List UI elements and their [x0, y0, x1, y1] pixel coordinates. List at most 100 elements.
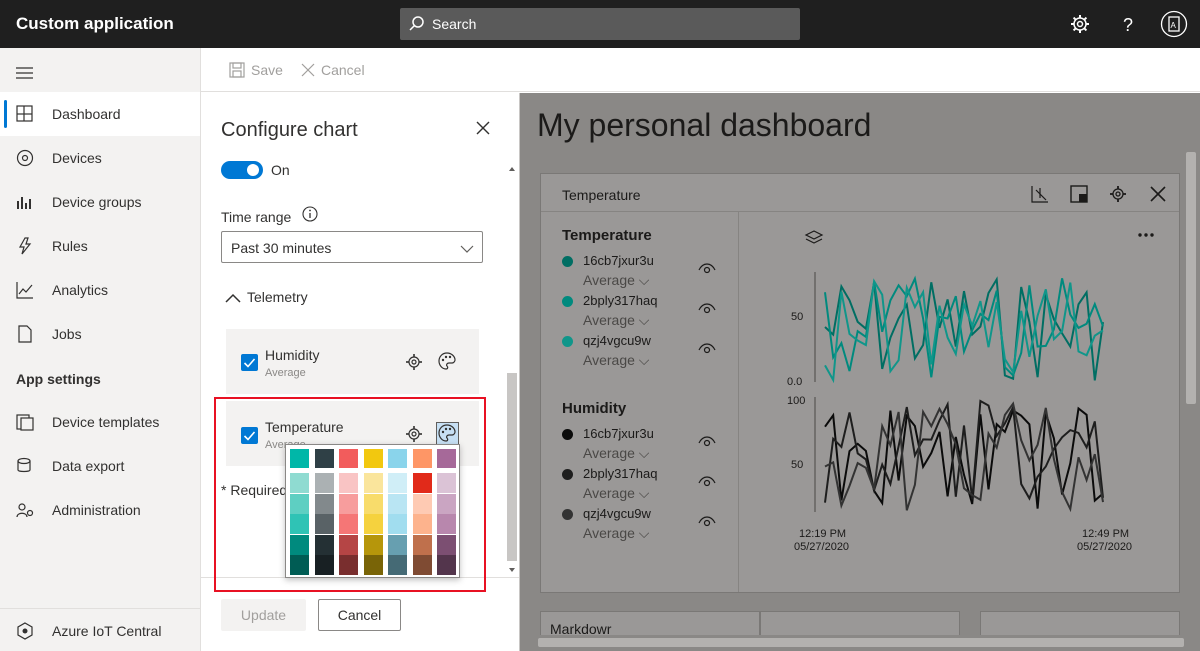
device-id: 2bply317haq — [583, 293, 658, 308]
close-icon[interactable] — [1149, 185, 1167, 206]
sidebar-item-device-templates[interactable]: Device templates — [0, 400, 200, 444]
chart-legend: Temperature 16cb7jxur3u Average ⌵ 2bply3… — [541, 212, 739, 592]
sidebar-item-azure-iot-central[interactable]: Azure IoT Central — [0, 608, 200, 651]
sidebar-item-label: Administration — [52, 502, 141, 518]
info-icon[interactable] — [302, 206, 318, 225]
panel-title: Configure chart — [221, 119, 358, 141]
sidebar-item-devices[interactable]: Devices — [0, 136, 200, 180]
chevron-down-icon: ⌵ — [638, 525, 650, 541]
series-color-dot — [562, 469, 573, 480]
jobs-icon — [16, 325, 34, 343]
telemetry-card-humidity: Humidity Average — [226, 329, 479, 394]
scrollbar-thumb[interactable] — [507, 373, 517, 561]
aggregation-dropdown[interactable]: Average ⌵ — [583, 312, 649, 329]
color-palette-icon[interactable] — [438, 352, 458, 372]
aggregation-value: Average — [583, 525, 635, 541]
cancel-toolbar-button[interactable]: Cancel — [301, 62, 365, 80]
svg-text:A: A — [1171, 21, 1177, 30]
humidity-checkbox[interactable] — [241, 354, 258, 371]
aggregation-value: Average — [583, 312, 635, 328]
sidebar-item-label: Analytics — [52, 282, 109, 298]
iot-central-icon — [16, 622, 34, 640]
more-icon[interactable] — [1138, 233, 1154, 237]
tile-title: Temperature — [562, 187, 641, 203]
eye-icon[interactable] — [698, 341, 716, 357]
close-icon — [301, 63, 315, 80]
command-bar: Save Cancel — [201, 48, 1200, 92]
device-groups-icon — [16, 193, 34, 211]
update-button[interactable]: Update — [221, 599, 306, 631]
save-button[interactable]: Save — [229, 62, 283, 81]
gear-icon[interactable] — [1068, 12, 1092, 36]
telemetry-label: Telemetry — [247, 289, 308, 305]
chevron-down-icon: ⌵ — [638, 445, 650, 461]
save-icon — [229, 62, 245, 81]
sidebar-item-label: Dashboard — [52, 106, 121, 122]
eye-icon[interactable] — [698, 301, 716, 317]
eye-icon[interactable] — [698, 434, 716, 450]
telemetry-aggregation: Average — [265, 367, 306, 379]
cancel-button[interactable]: Cancel — [318, 599, 401, 631]
data-export-icon — [16, 457, 34, 475]
aggregation-dropdown[interactable]: Average ⌵ — [583, 352, 649, 369]
aggregation-value: Average — [583, 352, 635, 368]
sidebar-item-analytics[interactable]: Analytics — [0, 268, 200, 312]
sidebar-item-rules[interactable]: Rules — [0, 224, 200, 268]
scrollbar-thumb[interactable] — [538, 638, 1184, 647]
time-range-dropdown[interactable]: Past 30 minutes — [221, 231, 483, 263]
x-tick-date: 05/27/2020 — [794, 541, 849, 553]
hamburger-menu-icon[interactable] — [16, 66, 34, 82]
layers-icon[interactable] — [804, 230, 824, 244]
sidebar-item-data-export[interactable]: Data export — [0, 444, 200, 488]
administration-icon — [16, 501, 34, 519]
search-box[interactable]: Search — [400, 8, 800, 40]
size-icon[interactable] — [1070, 185, 1088, 206]
on-off-toggle[interactable] — [221, 161, 263, 179]
device-id: qzj4vgcu9w — [583, 333, 651, 348]
aggregation-dropdown[interactable]: Average ⌵ — [583, 272, 649, 289]
account-icon[interactable]: A — [1160, 10, 1188, 38]
x-tick-time: 12:49 PM — [1082, 528, 1129, 540]
y-tick-label: 50 — [791, 311, 803, 323]
eye-icon[interactable] — [698, 514, 716, 530]
analytics-icon — [16, 281, 34, 299]
help-icon[interactable]: ? — [1116, 12, 1140, 36]
app-title: Custom application — [16, 14, 174, 33]
devices-icon — [16, 149, 34, 167]
top-bar: Custom application Search ? A — [0, 0, 1200, 48]
sidebar-item-label: Data export — [52, 458, 125, 474]
aggregation-value: Average — [583, 485, 635, 501]
gear-icon[interactable] — [1109, 185, 1127, 206]
telemetry-section-toggle[interactable]: Telemetry — [225, 289, 308, 306]
temperature-tile: Temperature Temperature 16cb7jxur3u Aver… — [540, 173, 1180, 593]
chevron-down-icon: ⌵ — [638, 272, 650, 288]
gear-icon[interactable] — [405, 353, 425, 373]
aggregation-dropdown[interactable]: Average ⌵ — [583, 485, 649, 502]
dashboard-area: My personal dashboard Temperature Temper… — [520, 93, 1200, 651]
legend-group-humidity: Humidity — [562, 400, 627, 417]
sidebar-item-label: Device groups — [52, 194, 142, 210]
close-icon[interactable] — [476, 121, 490, 138]
scrollbar-thumb[interactable] — [1186, 152, 1196, 404]
chart-type-icon[interactable] — [1031, 185, 1049, 206]
aggregation-dropdown[interactable]: Average ⌵ — [583, 445, 649, 462]
chevron-down-icon: ⌵ — [638, 312, 650, 328]
sidebar-item-administration[interactable]: Administration — [0, 488, 200, 532]
device-templates-icon — [16, 413, 34, 431]
sidebar-item-dashboard[interactable]: Dashboard — [0, 92, 200, 136]
legend-group-temperature: Temperature — [562, 227, 652, 244]
sidebar-item-device-groups[interactable]: Device groups — [0, 180, 200, 224]
cancel-label: Cancel — [321, 62, 365, 78]
y-tick-label: 50 — [791, 459, 803, 471]
device-id: qzj4vgcu9w — [583, 506, 651, 521]
aggregation-dropdown[interactable]: Average ⌵ — [583, 525, 649, 542]
eye-icon[interactable] — [698, 261, 716, 277]
sidebar: Dashboard Devices Device groups Rules An… — [0, 48, 201, 651]
device-id: 16cb7jxur3u — [583, 426, 654, 441]
tile-header: Temperature — [541, 174, 1179, 212]
sidebar-item-label: Rules — [52, 238, 88, 254]
search-placeholder: Search — [432, 16, 477, 32]
eye-icon[interactable] — [698, 474, 716, 490]
sidebar-item-jobs[interactable]: Jobs — [0, 312, 200, 356]
x-tick-time: 12:19 PM — [799, 528, 846, 540]
